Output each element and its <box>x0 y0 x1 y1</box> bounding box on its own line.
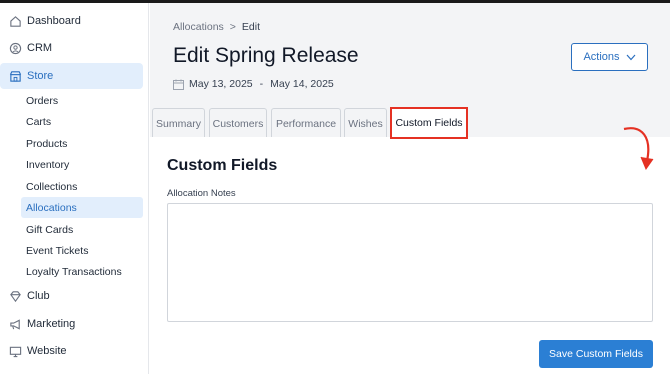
sidebar-item-label: Allocations <box>26 201 77 214</box>
allocation-notes-textarea[interactable] <box>167 203 653 322</box>
sidebar-item-website[interactable]: Website <box>0 338 143 364</box>
sidebar-item-dashboard[interactable]: Dashboard <box>0 8 143 34</box>
sidebar-item-store[interactable]: Store <box>0 63 143 89</box>
sidebar-item-gift-cards[interactable]: Gift Cards <box>21 219 143 240</box>
sidebar-item-products[interactable]: Products <box>21 133 143 154</box>
sidebar-item-label: Gift Cards <box>26 223 74 236</box>
sidebar-item-event-tickets[interactable]: Event Tickets <box>21 240 143 261</box>
breadcrumb: Allocations > Edit <box>173 21 260 33</box>
end-date: May 14, 2025 <box>270 78 334 90</box>
crm-icon <box>8 41 22 55</box>
sidebar-item-label: Orders <box>26 94 59 107</box>
sidebar-item-inventory[interactable]: Inventory <box>21 154 143 175</box>
megaphone-icon <box>8 317 22 331</box>
tab-wishes[interactable]: Wishes <box>344 108 387 139</box>
main-content: Allocations > Edit Edit Spring Release M… <box>150 3 670 374</box>
store-icon <box>8 69 22 83</box>
chevron-down-icon <box>626 54 635 60</box>
tab-performance[interactable]: Performance <box>271 108 341 139</box>
sidebar-item-label: Carts <box>26 115 52 128</box>
diamond-icon <box>8 289 22 303</box>
sidebar-item-club[interactable]: Club <box>0 283 143 309</box>
home-icon <box>8 14 22 28</box>
sidebar-item-carts[interactable]: Carts <box>21 111 143 132</box>
tab-custom-fields[interactable]: Custom Fields <box>390 107 468 139</box>
tab-customers[interactable]: Customers <box>209 108 267 139</box>
allocation-notes-label: Allocation Notes <box>167 188 236 199</box>
sidebar-item-label: Website <box>27 345 67 357</box>
breadcrumb-parent-link[interactable]: Allocations <box>173 21 224 33</box>
page-title: Edit Spring Release <box>173 44 359 67</box>
save-custom-fields-button[interactable]: Save Custom Fields <box>539 340 653 368</box>
sidebar-item-allocations[interactable]: Allocations <box>21 197 143 218</box>
tab-summary[interactable]: Summary <box>152 108 205 139</box>
sidebar-item-orders[interactable]: Orders <box>21 90 143 111</box>
tab-label: Customers <box>212 118 264 130</box>
breadcrumb-separator: > <box>229 21 236 33</box>
tab-label: Performance <box>275 118 337 130</box>
actions-button[interactable]: Actions <box>571 43 648 71</box>
sidebar-item-loyalty-transactions[interactable]: Loyalty Transactions <box>21 261 143 282</box>
sidebar-item-label: Collections <box>26 180 78 193</box>
start-date: May 13, 2025 <box>189 78 253 90</box>
sidebar-item-label: Loyalty Transactions <box>26 265 122 278</box>
sidebar-item-label: CRM <box>27 42 53 54</box>
annotation-arrow-icon <box>623 127 654 171</box>
save-button-label: Save Custom Fields <box>549 348 643 360</box>
sidebar-item-label: Store <box>27 70 54 82</box>
calendar-icon <box>173 79 184 90</box>
tab-label: Wishes <box>348 118 383 130</box>
sidebar-item-label: Dashboard <box>27 15 81 27</box>
sidebar: Dashboard CRM Store Orders Carts Product… <box>0 3 149 374</box>
date-range: May 13, 2025 - May 14, 2025 <box>173 78 334 90</box>
custom-fields-panel: Custom Fields Allocation Notes Save Cust… <box>150 137 670 374</box>
monitor-icon <box>8 344 22 358</box>
sidebar-item-label: Products <box>26 137 68 150</box>
actions-button-label: Actions <box>583 51 620 63</box>
sidebar-item-label: Club <box>27 290 50 302</box>
sidebar-item-label: Inventory <box>26 158 70 171</box>
section-title: Custom Fields <box>167 157 278 174</box>
sidebar-item-label: Marketing <box>27 318 76 330</box>
sidebar-item-collections[interactable]: Collections <box>21 176 143 197</box>
tab-label: Custom Fields <box>395 117 463 129</box>
sidebar-item-crm[interactable]: CRM <box>0 35 143 61</box>
sidebar-item-label: Event Tickets <box>26 244 89 257</box>
tab-label: Summary <box>156 118 201 130</box>
breadcrumb-current: Edit <box>241 21 261 33</box>
date-separator: - <box>259 78 264 90</box>
sidebar-item-marketing[interactable]: Marketing <box>0 311 143 337</box>
